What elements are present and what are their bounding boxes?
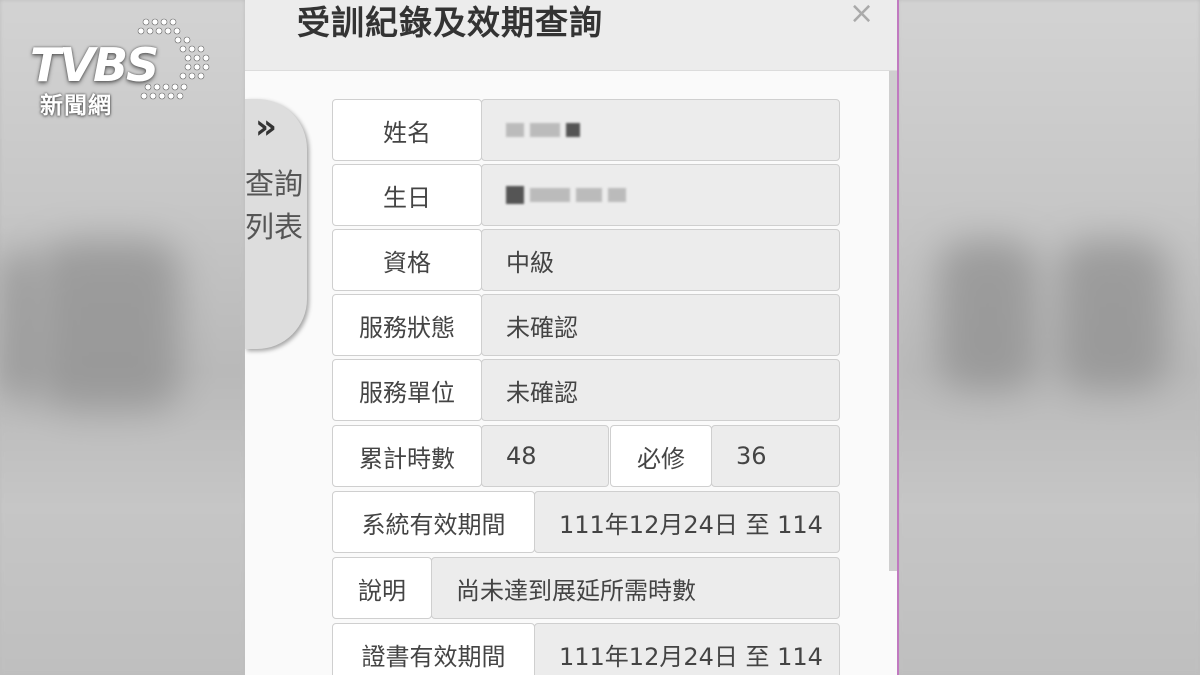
total-hours-label: 累計時數 bbox=[332, 425, 482, 487]
service-status-row: 服務狀態 未確認 bbox=[332, 294, 840, 358]
system-validity-label: 系統有效期間 bbox=[332, 491, 535, 553]
note-label: 說明 bbox=[332, 557, 432, 619]
service-unit-value: 未確認 bbox=[481, 359, 840, 421]
name-label: 姓名 bbox=[332, 99, 482, 161]
qualification-label: 資格 bbox=[332, 229, 482, 291]
name-value-redacted bbox=[481, 99, 840, 161]
birthday-row: 生日 bbox=[332, 164, 840, 228]
service-status-value: 未確認 bbox=[481, 294, 840, 356]
query-list-tab[interactable]: » 查詢 列表 bbox=[245, 99, 307, 349]
cert-validity-row: 證書有效期間 111年12月24日 至 114 bbox=[332, 623, 840, 675]
double-chevron-right-icon: » bbox=[255, 107, 277, 147]
hours-row: 累計時數 48 必修 36 bbox=[332, 425, 840, 489]
birthday-label: 生日 bbox=[332, 164, 482, 226]
blurred-background-right bbox=[898, 0, 1200, 675]
total-hours-value: 48 bbox=[481, 425, 609, 487]
dialog-content: » 查詢 列表 姓名 生日 資格 中級 服務狀態 未確認 服務單位 未確認 累計… bbox=[245, 71, 897, 675]
logo-sub-text: 新聞網 bbox=[40, 93, 112, 119]
qualification-value: 中級 bbox=[481, 229, 840, 291]
cert-validity-label: 證書有效期間 bbox=[332, 623, 535, 675]
page-title: 受訓紀錄及效期查詢 bbox=[297, 3, 603, 42]
system-validity-value: 111年12月24日 至 114 bbox=[534, 491, 840, 553]
name-row: 姓名 bbox=[332, 99, 840, 163]
service-unit-label: 服務單位 bbox=[332, 359, 482, 421]
cert-validity-value: 111年12月24日 至 114 bbox=[534, 623, 840, 675]
scrollbar[interactable] bbox=[889, 71, 897, 571]
note-row: 說明 尚未達到展延所需時數 bbox=[332, 557, 840, 621]
close-icon[interactable]: × bbox=[849, 0, 874, 31]
birthday-value-redacted bbox=[481, 164, 840, 226]
service-unit-row: 服務單位 未確認 bbox=[332, 359, 840, 423]
app-screen: 受訓紀錄及效期查詢 × » 查詢 列表 姓名 生日 資格 中級 服務狀態 未確認… bbox=[245, 0, 899, 675]
service-status-label: 服務狀態 bbox=[332, 294, 482, 356]
dialog-header: 受訓紀錄及效期查詢 × bbox=[245, 0, 897, 71]
required-value: 36 bbox=[711, 425, 840, 487]
logo-brand-text: TVBS bbox=[30, 38, 159, 92]
required-label: 必修 bbox=[610, 425, 712, 487]
query-list-label-line1: 查詢 bbox=[245, 167, 304, 201]
note-value: 尚未達到展延所需時數 bbox=[431, 557, 840, 619]
qualification-row: 資格 中級 bbox=[332, 229, 840, 293]
tvbs-logo: TVBS 新聞網 bbox=[28, 14, 218, 119]
system-validity-row: 系統有效期間 111年12月24日 至 114 bbox=[332, 491, 840, 555]
query-list-label-line2: 列表 bbox=[245, 210, 304, 244]
